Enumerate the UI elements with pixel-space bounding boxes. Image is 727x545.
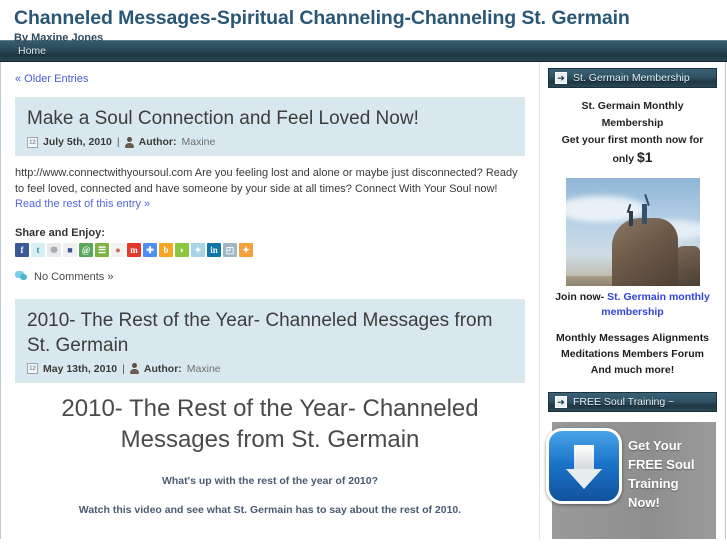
article-heading: 2010- The Rest of the Year- Channeled Me…: [61, 394, 479, 453]
arrow-right-icon: ➜: [555, 72, 567, 84]
membership-heading: St. Germain Monthly Membership: [581, 100, 684, 129]
feature-item: Meditations Members Forum: [561, 348, 704, 360]
post-excerpt-text: http://www.connectwithyoursoul.com Are y…: [15, 167, 518, 195]
sidebar: ➜ St. Germain Membership St. Germain Mon…: [540, 62, 726, 539]
article-line-2: Watch this video and see what St. Germai…: [78, 503, 462, 516]
facebook-icon[interactable]: f: [15, 242, 29, 257]
calendar-icon: 12: [27, 136, 38, 148]
share-icons-row: f t ☸ ■ @ ☰ ● m ✚ b ◗ ✦ in ◰ ✦: [15, 242, 525, 257]
comment-bubble-icon: [15, 271, 28, 282]
post-meta: 12 May 13th, 2010 | Author: Maxine: [27, 362, 513, 376]
comments-count-label[interactable]: No Comments »: [34, 271, 113, 283]
linkedin-icon[interactable]: in: [207, 242, 221, 257]
post-header: Make a Soul Connection and Feel Loved No…: [15, 97, 525, 156]
meta-separator: |: [116, 136, 120, 148]
posterous-icon[interactable]: ◗: [175, 242, 189, 257]
delicious-icon[interactable]: ■: [63, 242, 77, 257]
arrow-shaft: [574, 445, 594, 471]
main-content: « Older Entries Make a Soul Connection a…: [0, 62, 540, 539]
calendar-icon: 12: [27, 363, 38, 374]
post-title[interactable]: Make a Soul Connection and Feel Loved No…: [27, 106, 513, 131]
read-more-link[interactable]: Read the rest of this entry »: [15, 198, 150, 210]
share-label: Share and Enjoy:: [15, 226, 105, 239]
membership-offer: Get your first month now for only $1: [550, 132, 715, 168]
arrow-right-icon: ➜: [555, 396, 567, 408]
author-name[interactable]: Maxine: [187, 362, 221, 376]
site-title: Channeled Messages-Spiritual Channeling-…: [14, 7, 630, 29]
post-excerpt: http://www.connectwithyoursoul.com Are y…: [15, 166, 525, 213]
download-icon: [546, 428, 622, 504]
author-name[interactable]: Maxine: [182, 135, 216, 149]
widget-title: St. Germain Membership: [573, 72, 690, 84]
feature-item: And much more!: [590, 364, 675, 376]
free-soul-training-text: Get Your FREE Soul Training Now!: [628, 438, 695, 510]
netvibes-icon[interactable]: ✦: [191, 242, 205, 257]
comments-row[interactable]: No Comments »: [15, 271, 525, 283]
technorati-icon[interactable]: ☰: [95, 242, 109, 257]
meta-separator: |: [122, 362, 125, 375]
share-more-icon[interactable]: ✦: [239, 242, 253, 257]
arrow-head: [566, 469, 602, 489]
widget-body-membership: St. Germain Monthly Membership Get your …: [548, 98, 717, 378]
twitter-icon[interactable]: t: [31, 242, 45, 257]
site-masthead: Channeled Messages-Spiritual Channeling-…: [0, 0, 727, 44]
reddit-icon[interactable]: ●: [111, 242, 125, 257]
join-now-prefix: Join now-: [555, 291, 608, 303]
nav-item-home[interactable]: Home: [6, 41, 58, 61]
post-title[interactable]: 2010- The Rest of the Year- Channeled Me…: [27, 308, 513, 358]
main-navigation: Home: [0, 40, 727, 62]
rock-shape: [611, 218, 678, 286]
windows-live-icon[interactable]: ◰: [223, 242, 237, 257]
stumbleupon-icon[interactable]: @: [79, 242, 93, 257]
post-meta: 12 July 5th, 2010 | Author: Maxine: [27, 135, 513, 149]
author-icon: [124, 136, 134, 148]
climber-figure: [641, 204, 647, 224]
widget-header-soul-training: ➜ FREE Soul Training ~: [548, 392, 717, 412]
older-entries-link[interactable]: « Older Entries: [15, 73, 88, 85]
widget-header-membership: ➜ St. Germain Membership: [548, 68, 717, 88]
author-label: Author:: [138, 136, 177, 148]
friendfeed-icon[interactable]: ☸: [47, 242, 61, 257]
feature-item: Monthly Messages Alignments: [555, 332, 710, 344]
membership-features: Monthly Messages Alignments Meditations …: [550, 330, 715, 378]
free-soul-training-banner[interactable]: Get Your FREE Soul Training Now!: [546, 422, 716, 539]
membership-link[interactable]: St. Germain monthly membership: [601, 291, 710, 318]
climber-figure: [628, 211, 633, 226]
widget-title: FREE Soul Training ~: [573, 396, 675, 408]
join-now-line: Join now- St. Germain monthly membership: [550, 290, 715, 320]
blogger-icon[interactable]: b: [159, 242, 173, 257]
article-line-1: What's up with the rest of the year of 2…: [161, 474, 379, 487]
post-header: 2010- The Rest of the Year- Channeled Me…: [15, 298, 525, 383]
membership-offer-text: Get your first month now for only: [561, 134, 704, 165]
post-date: May 13th, 2010: [43, 362, 118, 375]
author-icon: [129, 363, 139, 374]
post-date: July 5th, 2010: [43, 136, 112, 148]
google-icon[interactable]: ✚: [143, 242, 157, 257]
membership-photo: [565, 178, 700, 286]
page-body: « Older Entries Make a Soul Connection a…: [0, 62, 727, 539]
membership-price: $1: [636, 149, 653, 165]
author-label: Author:: [143, 362, 182, 375]
mixx-icon[interactable]: m: [127, 242, 141, 257]
